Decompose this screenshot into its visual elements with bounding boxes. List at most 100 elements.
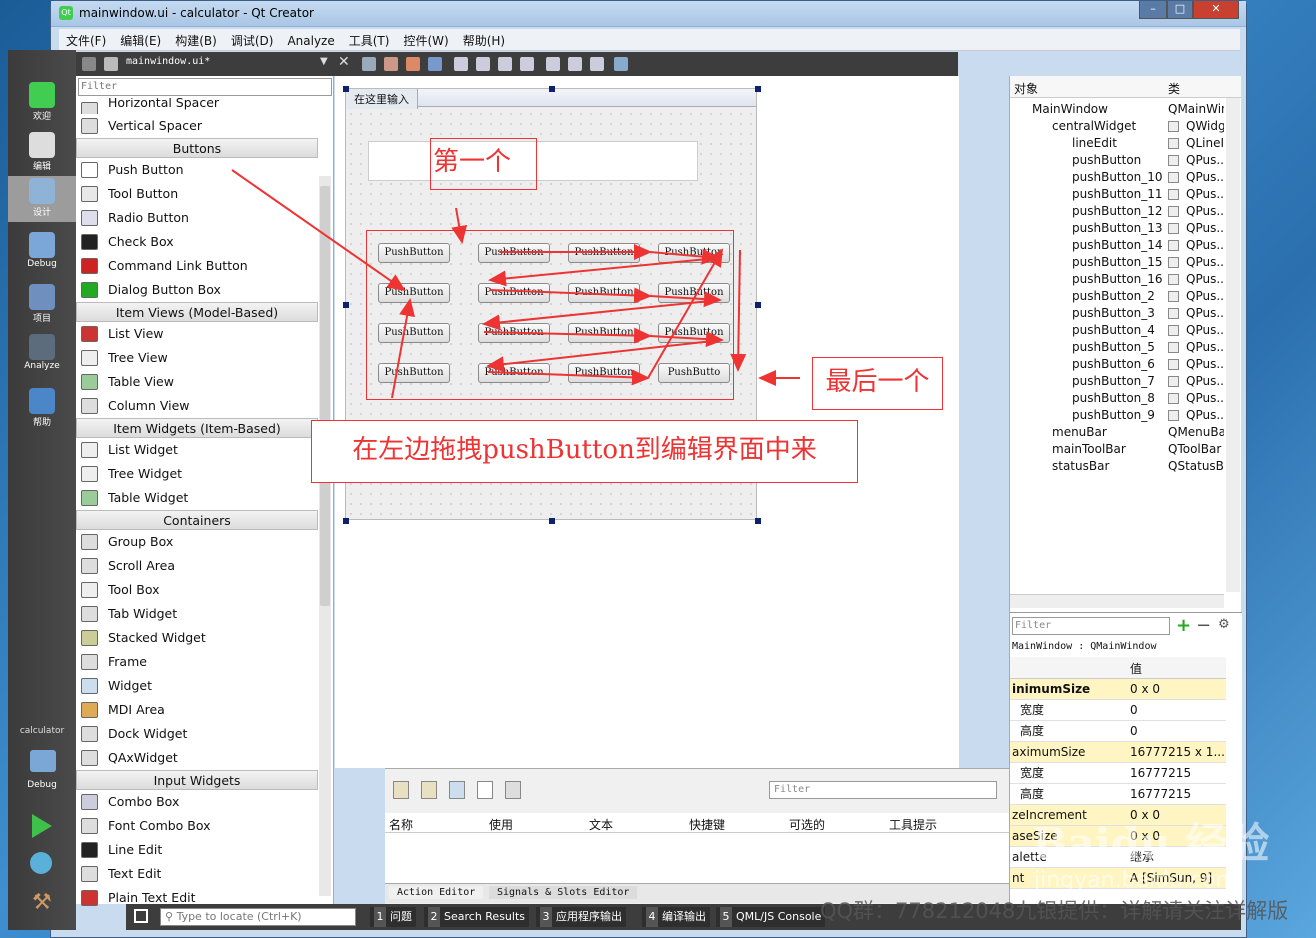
widget-item[interactable]: Combo Box: [76, 790, 318, 814]
object-tree-row[interactable]: pushButton_12 QPus..: [1010, 203, 1224, 220]
chevron-down-icon[interactable]: ▼: [320, 56, 328, 67]
add-property-icon[interactable]: +: [1176, 615, 1191, 636]
action-editor-tab[interactable]: Action Editor: [389, 886, 484, 899]
action-filter-input[interactable]: Filter: [769, 781, 997, 799]
layout-grid-icon[interactable]: [546, 57, 560, 71]
mode-0[interactable]: 欢迎: [8, 80, 76, 126]
layout-form-icon[interactable]: [568, 57, 582, 71]
property-row[interactable]: 宽度 0: [1010, 700, 1226, 721]
configure-icon[interactable]: [505, 781, 521, 799]
widget-item[interactable]: Dialog Button Box: [76, 278, 318, 302]
mode-4[interactable]: 项目: [8, 282, 76, 328]
widget-item[interactable]: Tool Button: [76, 182, 318, 206]
kit-monitor-icon[interactable]: [30, 750, 56, 772]
widget-item[interactable]: Vertical Spacer: [76, 114, 318, 138]
run-icon[interactable]: [32, 814, 52, 838]
object-tree-row[interactable]: lineEdit QLineI: [1010, 135, 1224, 152]
copy-action-icon[interactable]: [421, 781, 437, 799]
build-hammer-icon[interactable]: ⚒: [32, 890, 52, 915]
property-row[interactable]: aximumSize 16777215 x 1...: [1010, 742, 1226, 763]
widget-item[interactable]: Tool Box: [76, 578, 318, 602]
object-tree-row[interactable]: pushButton_9 QPus..: [1010, 407, 1224, 424]
property-row[interactable]: 高度 16777215: [1010, 784, 1226, 805]
debug-run-icon[interactable]: [30, 852, 52, 874]
action-column-header[interactable]: 名称: [389, 816, 413, 833]
object-tree-row[interactable]: mainToolBar QToolBar: [1010, 441, 1224, 458]
action-column-header[interactable]: 工具提示: [889, 816, 937, 833]
property-row[interactable]: 高度 0: [1010, 721, 1226, 742]
widget-filter-input[interactable]: Filter: [78, 78, 332, 96]
layout-h-splitter-icon[interactable]: [498, 57, 512, 71]
resize-handle[interactable]: [755, 518, 761, 524]
push-button[interactable]: PushButton: [568, 363, 640, 383]
property-config-icon[interactable]: ⚙: [1218, 617, 1230, 632]
action-column-header[interactable]: 使用: [489, 816, 513, 833]
layout-horizontal-icon[interactable]: [454, 57, 468, 71]
object-tree-row[interactable]: pushButton_10 QPus..: [1010, 169, 1224, 186]
object-tree-row[interactable]: pushButton_3 QPus..: [1010, 305, 1224, 322]
widget-item[interactable]: List Widget: [76, 438, 318, 462]
maximize-button[interactable]: □: [1167, 1, 1193, 19]
widget-item[interactable]: Table Widget: [76, 486, 318, 510]
paste-action-icon[interactable]: [449, 781, 465, 799]
widget-item[interactable]: Table View: [76, 370, 318, 394]
widget-item[interactable]: MDI Area: [76, 698, 318, 722]
widget-item[interactable]: Scroll Area: [76, 554, 318, 578]
push-button[interactable]: PushButton: [658, 243, 730, 263]
edit-signals-icon[interactable]: [384, 57, 398, 71]
push-button[interactable]: PushButton: [478, 283, 550, 303]
object-tree-vscrollbar[interactable]: [1226, 98, 1240, 592]
widget-item[interactable]: Line Edit: [76, 838, 318, 862]
kit-project-label[interactable]: calculator: [8, 726, 76, 736]
property-filter-input[interactable]: Filter: [1012, 617, 1170, 635]
push-button[interactable]: PushButton: [478, 363, 550, 383]
new-action-icon[interactable]: [393, 781, 409, 799]
object-tree-row[interactable]: pushButton_4 QPus..: [1010, 322, 1224, 339]
widget-category[interactable]: Containers: [76, 510, 318, 530]
edit-widgets-icon[interactable]: [362, 57, 376, 71]
widget-item[interactable]: Text Edit: [76, 862, 318, 886]
output-tab[interactable]: 1 问题: [370, 907, 416, 927]
widget-box-scrollbar[interactable]: [319, 176, 331, 896]
widget-item[interactable]: Widget: [76, 674, 318, 698]
object-tree-row[interactable]: pushButton_6 QPus..: [1010, 356, 1224, 373]
widget-item[interactable]: Group Box: [76, 530, 318, 554]
mode-1[interactable]: 编辑: [8, 130, 76, 176]
widget-category[interactable]: Input Widgets: [76, 770, 318, 790]
object-tree-hscrollbar[interactable]: [1010, 594, 1224, 608]
resize-handle[interactable]: [755, 86, 761, 92]
delete-action-icon[interactable]: [477, 781, 493, 799]
resize-handle[interactable]: [549, 86, 555, 92]
mode-3[interactable]: Debug: [8, 230, 76, 276]
widget-item[interactable]: Tab Widget: [76, 602, 318, 626]
close-document-icon[interactable]: ✕: [338, 54, 350, 70]
menu-item[interactable]: 控件(W): [396, 29, 455, 52]
action-column-header[interactable]: 可选的: [789, 816, 825, 833]
break-layout-icon[interactable]: [590, 57, 604, 71]
resize-handle[interactable]: [755, 302, 761, 308]
push-button[interactable]: PushButton: [568, 283, 640, 303]
widget-item[interactable]: Tree View: [76, 346, 318, 370]
widget-item[interactable]: List View: [76, 322, 318, 346]
widget-category[interactable]: Item Widgets (Item-Based): [76, 418, 318, 438]
menu-item[interactable]: Analyze: [280, 31, 341, 51]
object-tree-row[interactable]: menuBar QMenuBa: [1010, 424, 1224, 441]
action-editor-tab[interactable]: Signals & Slots Editor: [489, 886, 638, 899]
layout-v-splitter-icon[interactable]: [520, 57, 534, 71]
menu-item[interactable]: 编辑(E): [113, 29, 168, 52]
widget-item[interactable]: Check Box: [76, 230, 318, 254]
push-button[interactable]: PushButton: [658, 323, 730, 343]
push-button[interactable]: PushButto: [658, 363, 730, 383]
close-button[interactable]: ✕: [1193, 1, 1239, 19]
widget-item[interactable]: Horizontal Spacer: [76, 98, 318, 114]
menu-item[interactable]: 调试(D): [224, 29, 281, 52]
scrollbar-thumb[interactable]: [320, 186, 330, 606]
object-tree-row[interactable]: MainWindow QMainWin: [1010, 101, 1224, 118]
menu-item[interactable]: 文件(F): [59, 29, 113, 52]
widget-item[interactable]: Frame: [76, 650, 318, 674]
layout-vertical-icon[interactable]: [476, 57, 490, 71]
object-tree-row[interactable]: pushButton_15 QPus..: [1010, 254, 1224, 271]
output-tab[interactable]: 4 编译输出: [642, 907, 710, 927]
push-button[interactable]: PushButton: [378, 363, 450, 383]
widget-item[interactable]: Dock Widget: [76, 722, 318, 746]
